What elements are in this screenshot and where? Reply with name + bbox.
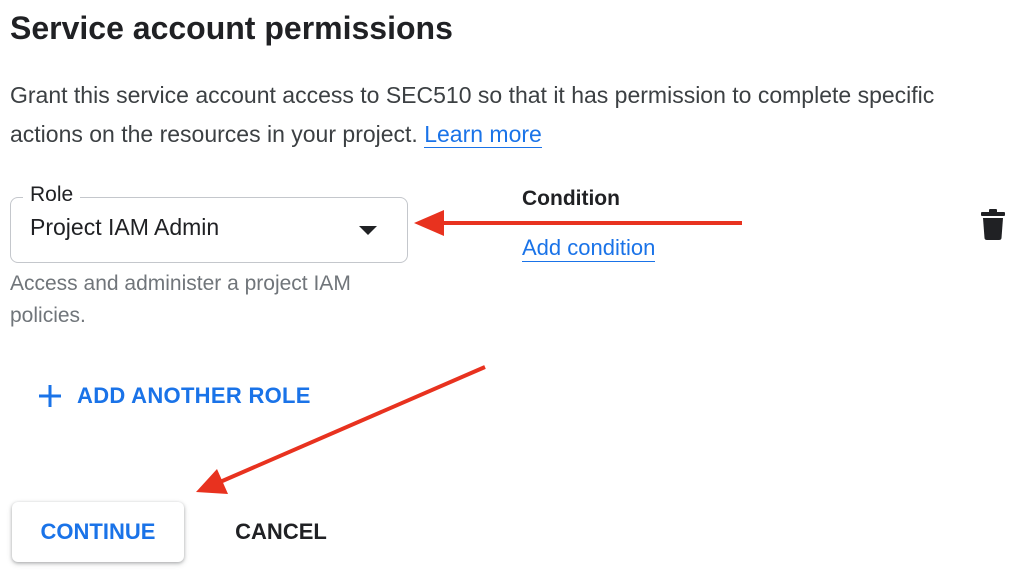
role-selected-value: Project IAM Admin bbox=[30, 214, 220, 240]
role-select[interactable]: Role Project IAM Admin bbox=[10, 183, 408, 263]
add-another-role-label: ADD ANOTHER ROLE bbox=[77, 383, 311, 408]
annotation-arrow-to-role bbox=[414, 210, 742, 236]
caret-down-icon[interactable] bbox=[359, 226, 377, 235]
plus-icon bbox=[39, 385, 61, 407]
learn-more-link[interactable]: Learn more bbox=[424, 121, 542, 148]
role-field-label: Role bbox=[23, 183, 81, 207]
service-account-permissions-page: Service account permissions Grant this s… bbox=[0, 0, 1016, 582]
role-helper-text: Access and administer a project IAM poli… bbox=[10, 272, 351, 327]
condition-label: Condition bbox=[522, 187, 620, 210]
add-another-role-button[interactable]: ADD ANOTHER ROLE bbox=[38, 378, 311, 414]
page-title: Service account permissions bbox=[10, 10, 453, 46]
add-condition-link[interactable]: Add condition bbox=[522, 235, 656, 262]
description: Grant this service account access to SEC… bbox=[10, 76, 1000, 154]
trash-icon[interactable] bbox=[980, 208, 1006, 240]
cancel-button[interactable]: CANCEL bbox=[215, 502, 347, 562]
continue-button[interactable]: CONTINUE bbox=[12, 502, 184, 562]
